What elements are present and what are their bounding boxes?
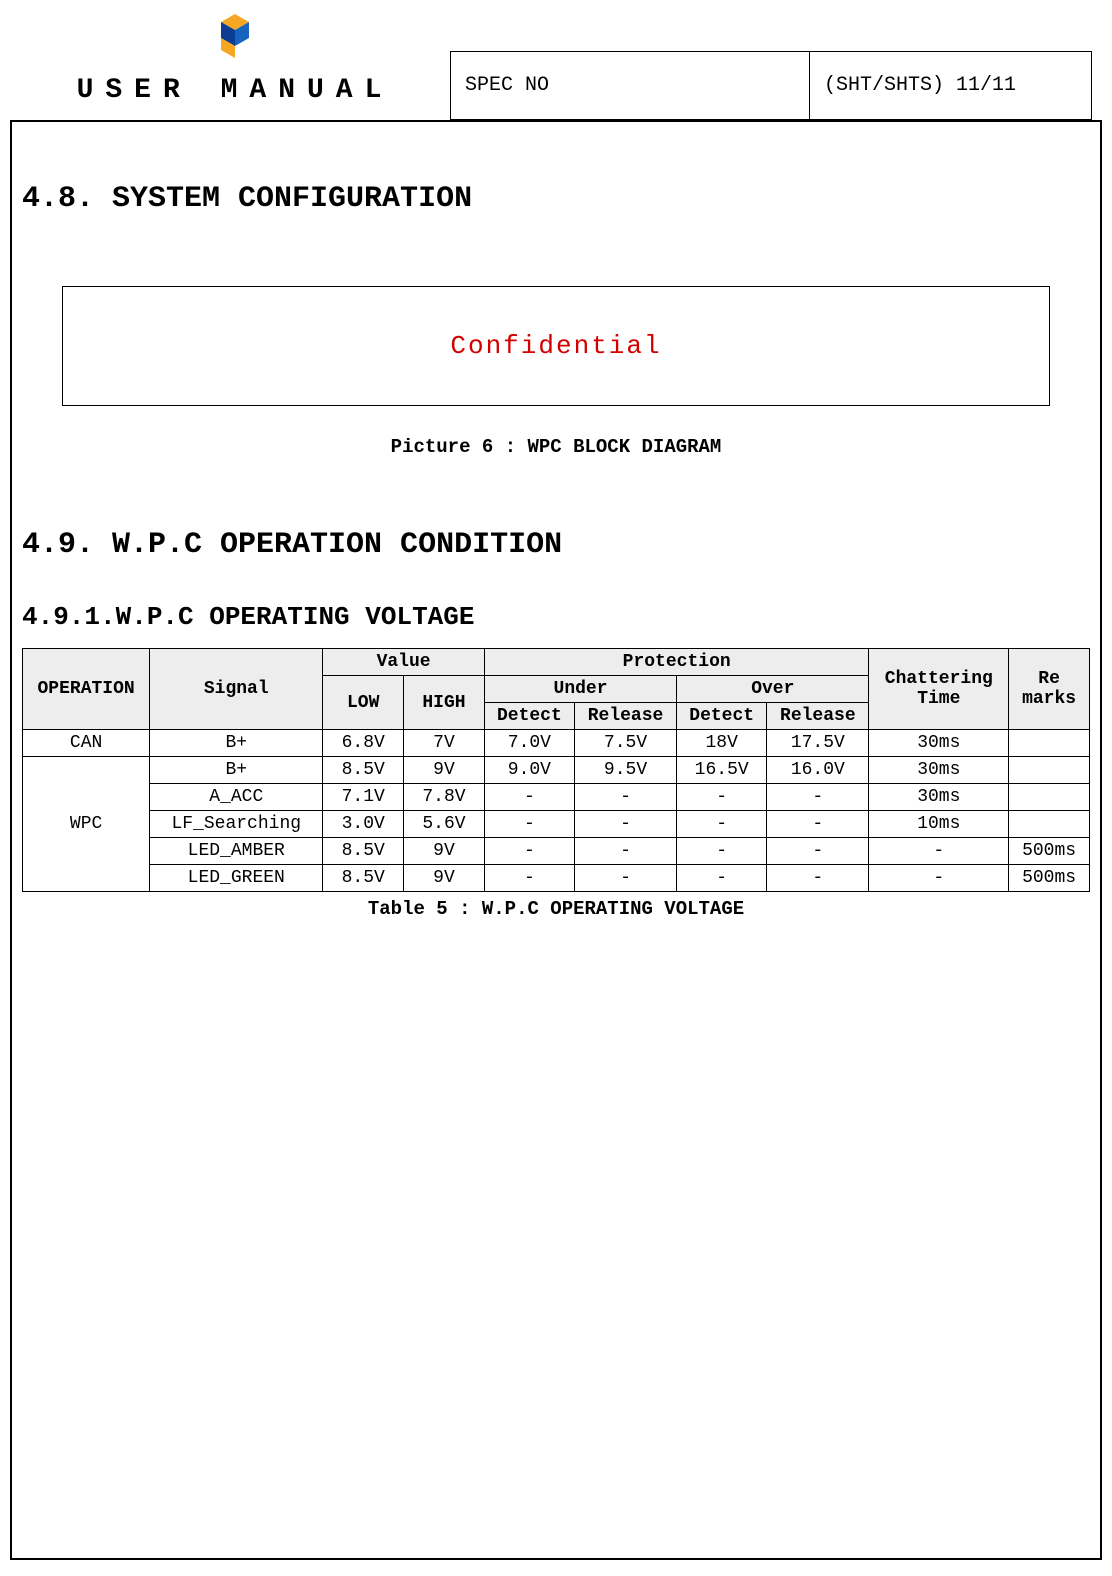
col-under-detect: Detect xyxy=(484,703,574,730)
col-over-detect: Detect xyxy=(677,703,767,730)
col-over-release: Release xyxy=(767,703,869,730)
cell-high: 7V xyxy=(404,730,485,757)
cell-low: 3.0V xyxy=(323,811,404,838)
table-5-caption: Table 5 : W.P.C OPERATING VOLTAGE xyxy=(12,898,1100,920)
cell-remarks xyxy=(1009,811,1090,838)
block-diagram-placeholder: Confidential xyxy=(62,286,1050,406)
logo-icon xyxy=(209,10,261,67)
cell-chattering: - xyxy=(869,865,1009,892)
cell-over-release: - xyxy=(767,865,869,892)
table-row: LF_Searching 3.0V 5.6V - - - - 10ms xyxy=(23,811,1090,838)
cell-low: 8.5V xyxy=(323,757,404,784)
col-low: LOW xyxy=(323,676,404,730)
spec-no-cell: SPEC NO xyxy=(451,52,810,120)
document-title: USER MANUAL xyxy=(20,75,450,120)
cell-low: 6.8V xyxy=(323,730,404,757)
col-high: HIGH xyxy=(404,676,485,730)
cell-chattering: 10ms xyxy=(869,811,1009,838)
cell-signal: LF_Searching xyxy=(150,811,323,838)
cell-operation: CAN xyxy=(23,730,150,757)
cell-under-detect: - xyxy=(484,865,574,892)
cell-under-detect: - xyxy=(484,784,574,811)
cell-over-detect: 16.5V xyxy=(677,757,767,784)
cell-under-release: 9.5V xyxy=(574,757,676,784)
cell-remarks xyxy=(1009,784,1090,811)
operating-voltage-table: OPERATION Signal Value Protection Chatte… xyxy=(22,648,1090,892)
cell-signal: LED_AMBER xyxy=(150,838,323,865)
cell-under-release: 7.5V xyxy=(574,730,676,757)
cell-chattering: 30ms xyxy=(869,730,1009,757)
cell-under-release: - xyxy=(574,811,676,838)
sheet-count-cell: (SHT/SHTS) 11/11 xyxy=(809,52,1091,120)
col-remarks: Re marks xyxy=(1009,649,1090,730)
cell-chattering: - xyxy=(869,838,1009,865)
col-value: Value xyxy=(323,649,485,676)
cell-remarks: 500ms xyxy=(1009,865,1090,892)
cell-over-detect: - xyxy=(677,865,767,892)
cell-remarks xyxy=(1009,757,1090,784)
cell-over-detect: - xyxy=(677,784,767,811)
document-header: USER MANUAL SPEC NO (SHT/SHTS) 11/11 xyxy=(0,0,1112,120)
cell-signal: LED_GREEN xyxy=(150,865,323,892)
cell-over-release: - xyxy=(767,811,869,838)
section-4-9-heading: 4.9. W.P.C OPERATION CONDITION xyxy=(12,508,1100,572)
cell-low: 8.5V xyxy=(323,865,404,892)
cell-signal: B+ xyxy=(150,730,323,757)
table-row: LED_GREEN 8.5V 9V - - - - - 500ms xyxy=(23,865,1090,892)
cell-high: 9V xyxy=(404,757,485,784)
col-under: Under xyxy=(484,676,676,703)
cell-over-detect: - xyxy=(677,811,767,838)
cell-signal: A_ACC xyxy=(150,784,323,811)
page-body: 4.8. SYSTEM CONFIGURATION Confidential P… xyxy=(10,120,1102,1560)
cell-under-detect: - xyxy=(484,838,574,865)
cell-operation: WPC xyxy=(23,757,150,892)
confidential-label: Confidential xyxy=(450,331,661,361)
cell-chattering: 30ms xyxy=(869,757,1009,784)
cell-under-release: - xyxy=(574,784,676,811)
cell-high: 9V xyxy=(404,865,485,892)
cell-chattering: 30ms xyxy=(869,784,1009,811)
cell-remarks xyxy=(1009,730,1090,757)
cell-high: 9V xyxy=(404,838,485,865)
cell-under-release: - xyxy=(574,838,676,865)
cell-under-detect: 9.0V xyxy=(484,757,574,784)
cell-over-release: - xyxy=(767,784,869,811)
cell-high: 7.8V xyxy=(404,784,485,811)
cell-signal: B+ xyxy=(150,757,323,784)
table-row: CAN B+ 6.8V 7V 7.0V 7.5V 18V 17.5V 30ms xyxy=(23,730,1090,757)
cell-over-release: - xyxy=(767,838,869,865)
cell-over-release: 17.5V xyxy=(767,730,869,757)
picture-6-caption: Picture 6 : WPC BLOCK DIAGRAM xyxy=(12,436,1100,458)
cell-over-release: 16.0V xyxy=(767,757,869,784)
header-left: USER MANUAL xyxy=(20,10,450,120)
cell-high: 5.6V xyxy=(404,811,485,838)
cell-under-detect: - xyxy=(484,811,574,838)
cell-low: 7.1V xyxy=(323,784,404,811)
col-under-release: Release xyxy=(574,703,676,730)
col-over: Over xyxy=(677,676,869,703)
col-signal: Signal xyxy=(150,649,323,730)
cell-remarks: 500ms xyxy=(1009,838,1090,865)
col-protection: Protection xyxy=(484,649,869,676)
col-chattering: Chattering Time xyxy=(869,649,1009,730)
header-info-table: SPEC NO (SHT/SHTS) 11/11 xyxy=(450,51,1092,120)
cell-low: 8.5V xyxy=(323,838,404,865)
cell-under-release: - xyxy=(574,865,676,892)
col-operation: OPERATION xyxy=(23,649,150,730)
table-row: LED_AMBER 8.5V 9V - - - - - 500ms xyxy=(23,838,1090,865)
cell-under-detect: 7.0V xyxy=(484,730,574,757)
section-4-9-1-heading: 4.9.1.W.P.C OPERATING VOLTAGE xyxy=(12,572,1100,642)
section-4-8-heading: 4.8. SYSTEM CONFIGURATION xyxy=(12,162,1100,226)
cell-over-detect: 18V xyxy=(677,730,767,757)
cell-over-detect: - xyxy=(677,838,767,865)
table-row: WPC B+ 8.5V 9V 9.0V 9.5V 16.5V 16.0V 30m… xyxy=(23,757,1090,784)
table-row: A_ACC 7.1V 7.8V - - - - 30ms xyxy=(23,784,1090,811)
